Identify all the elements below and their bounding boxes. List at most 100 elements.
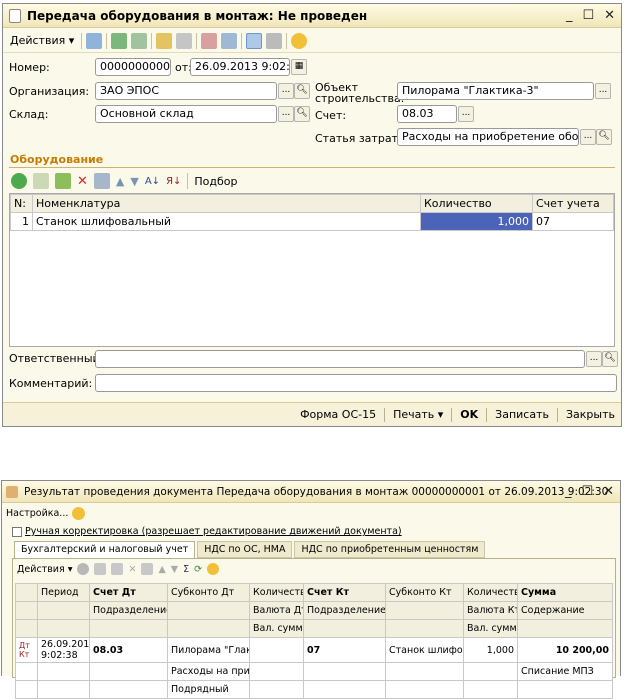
col-currency-kt[interactable]: Валюта Кт — [463, 601, 518, 620]
save-button[interactable]: Записать — [495, 408, 549, 421]
col-credit[interactable]: Счет Кт — [303, 583, 386, 602]
selection-button[interactable]: Подбор — [194, 175, 237, 188]
journal-icon[interactable] — [221, 32, 238, 49]
move-down-icon[interactable]: ▼ — [171, 564, 178, 575]
help-icon[interactable] — [72, 506, 86, 520]
open-icon[interactable]: 🔍︎ — [602, 351, 618, 367]
edit-row-icon[interactable] — [55, 173, 71, 189]
col-cur-sum-dt[interactable]: Вал. сумм... — [249, 619, 304, 638]
open-icon[interactable]: 🔍︎ — [294, 83, 310, 99]
help-icon[interactable] — [207, 563, 220, 575]
add-row-icon[interactable] — [77, 563, 90, 575]
copy-icon[interactable] — [131, 32, 148, 49]
cost-field[interactable]: Расходы на приобретение оборудов — [397, 128, 579, 146]
manual-correction[interactable]: Ручная корректировка (разрешает редактир… — [12, 526, 402, 537]
entry-quantity[interactable]: 1,000 — [463, 637, 518, 663]
maximize-icon[interactable]: ☐ — [582, 8, 594, 23]
col-division-dt[interactable]: Подразделение Дт — [89, 601, 168, 620]
col-content[interactable]: Содержание — [517, 601, 613, 620]
col-qty-kt[interactable]: Количеств... — [463, 583, 518, 602]
end-edit-icon[interactable] — [93, 173, 110, 189]
col-debit[interactable]: Счет Дт — [89, 583, 168, 602]
delete-row-icon[interactable]: ✕ — [77, 174, 88, 189]
comment-field[interactable] — [95, 374, 617, 392]
select-button[interactable]: ... — [458, 106, 474, 122]
entry-sum[interactable]: 10 200,00 — [517, 637, 613, 663]
row-item[interactable]: Станок шлифовальный — [32, 212, 421, 231]
refresh-icon[interactable]: ⟳ — [194, 564, 202, 575]
maximize-icon[interactable]: ☐ — [581, 484, 593, 499]
tab-vat-values[interactable]: НДС по приобретенным ценностям — [294, 541, 486, 558]
date-field[interactable]: 26.09.2013 9:02:38 — [190, 58, 290, 76]
form-os15-button[interactable]: Форма ОС-15 — [300, 408, 376, 421]
col-division-kt[interactable]: Подразделение Кт — [303, 601, 386, 620]
sort-asc-icon[interactable]: А↓ — [145, 176, 160, 187]
row-account[interactable]: 07 — [532, 212, 614, 231]
structure-icon[interactable] — [246, 32, 263, 49]
col-subconto-dt[interactable]: Субконто Дт — [167, 583, 250, 602]
select-button[interactable]: ... — [580, 129, 596, 145]
tab-vat-fixed-assets[interactable]: НДС по ОС, НМА — [197, 541, 293, 558]
move-up-icon[interactable]: ▲ — [116, 175, 124, 188]
help-icon[interactable] — [291, 32, 308, 49]
select-button[interactable]: ... — [278, 106, 294, 122]
sum-icon[interactable]: Σ — [183, 564, 189, 575]
col-subconto-kt[interactable]: Субконто Кт — [385, 583, 464, 602]
entry-subconto-2[interactable]: Расходы на прио... — [167, 662, 250, 681]
sort-desc-icon[interactable]: Я↓ — [166, 176, 181, 187]
ok-button[interactable]: OK — [460, 408, 478, 421]
col-qty-dt[interactable]: Количеств... — [249, 583, 304, 602]
account-field[interactable]: 08.03 — [397, 105, 457, 123]
settings-button[interactable]: Настройка... — [6, 508, 68, 519]
table-row[interactable]: 1 Станок шлифовальный 1,000 07 — [10, 212, 614, 231]
manual-correction-checkbox[interactable] — [12, 526, 22, 537]
col-currency-dt[interactable]: Валюта Дт — [249, 601, 304, 620]
tab-accounting[interactable]: Бухгалтерский и налоговый учет — [14, 541, 196, 558]
actions-menu[interactable]: Действия ▾ — [7, 34, 77, 47]
col-cur-sum-kt[interactable]: Вал. сумм... — [463, 619, 518, 638]
minimize-icon[interactable]: _ — [565, 484, 572, 499]
col-header-n[interactable]: N: — [10, 194, 33, 213]
close-icon[interactable]: ✕ — [604, 8, 615, 23]
result-actions-menu[interactable]: Действия ▾ — [17, 564, 72, 575]
warehouse-field[interactable]: Основной склад — [95, 105, 277, 123]
dt-kt-icon[interactable] — [201, 32, 218, 49]
move-down-icon[interactable]: ▼ — [130, 175, 138, 188]
table-row[interactable]: ДтКт 26.09.20139:02:38 08.03 Пилорама "Г… — [15, 637, 613, 663]
select-button[interactable]: ... — [595, 83, 611, 99]
close-icon[interactable]: ✕ — [603, 484, 614, 499]
open-icon[interactable]: 🔍︎ — [596, 129, 612, 145]
edit-row-icon[interactable] — [111, 563, 124, 575]
object-field[interactable]: Пилорама "Глактика-3" — [397, 82, 594, 100]
entry-subconto-3[interactable]: Подрядный — [167, 680, 250, 699]
calendar-icon[interactable]: ▦ — [291, 59, 307, 75]
entry-credit[interactable]: 07 — [303, 637, 386, 663]
col-header-item[interactable]: Номенклатура — [32, 194, 421, 213]
number-field[interactable]: 00000000001 — [95, 58, 171, 76]
col-header-qty[interactable]: Количество — [420, 194, 533, 213]
responsible-field[interactable] — [95, 350, 585, 368]
row-quantity[interactable]: 1,000 — [420, 212, 533, 231]
open-icon[interactable]: 🔍︎ — [294, 106, 310, 122]
close-button[interactable]: Закрыть — [566, 408, 615, 421]
end-edit-icon[interactable] — [141, 563, 154, 575]
unpost-icon[interactable] — [176, 32, 193, 49]
list-icon[interactable] — [266, 32, 283, 49]
copy-row-icon[interactable] — [94, 563, 107, 575]
copy-row-icon[interactable] — [33, 173, 49, 189]
select-button[interactable]: ... — [278, 83, 294, 99]
col-header-account[interactable]: Счет учета — [532, 194, 614, 213]
move-up-icon[interactable]: ▲ — [158, 564, 165, 575]
organization-field[interactable]: ЗАО ЭПОС — [95, 82, 277, 100]
delete-row-icon[interactable]: ✕ — [128, 564, 136, 575]
select-button[interactable]: ... — [586, 351, 602, 367]
entry-content[interactable]: Списание МПЗ — [517, 662, 613, 681]
entry-debit[interactable]: 08.03 — [89, 637, 168, 663]
post-icon[interactable] — [156, 32, 173, 49]
refresh-icon[interactable] — [111, 32, 128, 49]
add-row-icon[interactable] — [11, 173, 27, 189]
col-sum[interactable]: Сумма — [517, 583, 613, 602]
col-period[interactable]: Период — [37, 583, 90, 602]
entry-subconto-kt[interactable]: Станок шлифова... — [385, 637, 464, 663]
print-button[interactable]: Печать ▾ — [393, 408, 443, 421]
